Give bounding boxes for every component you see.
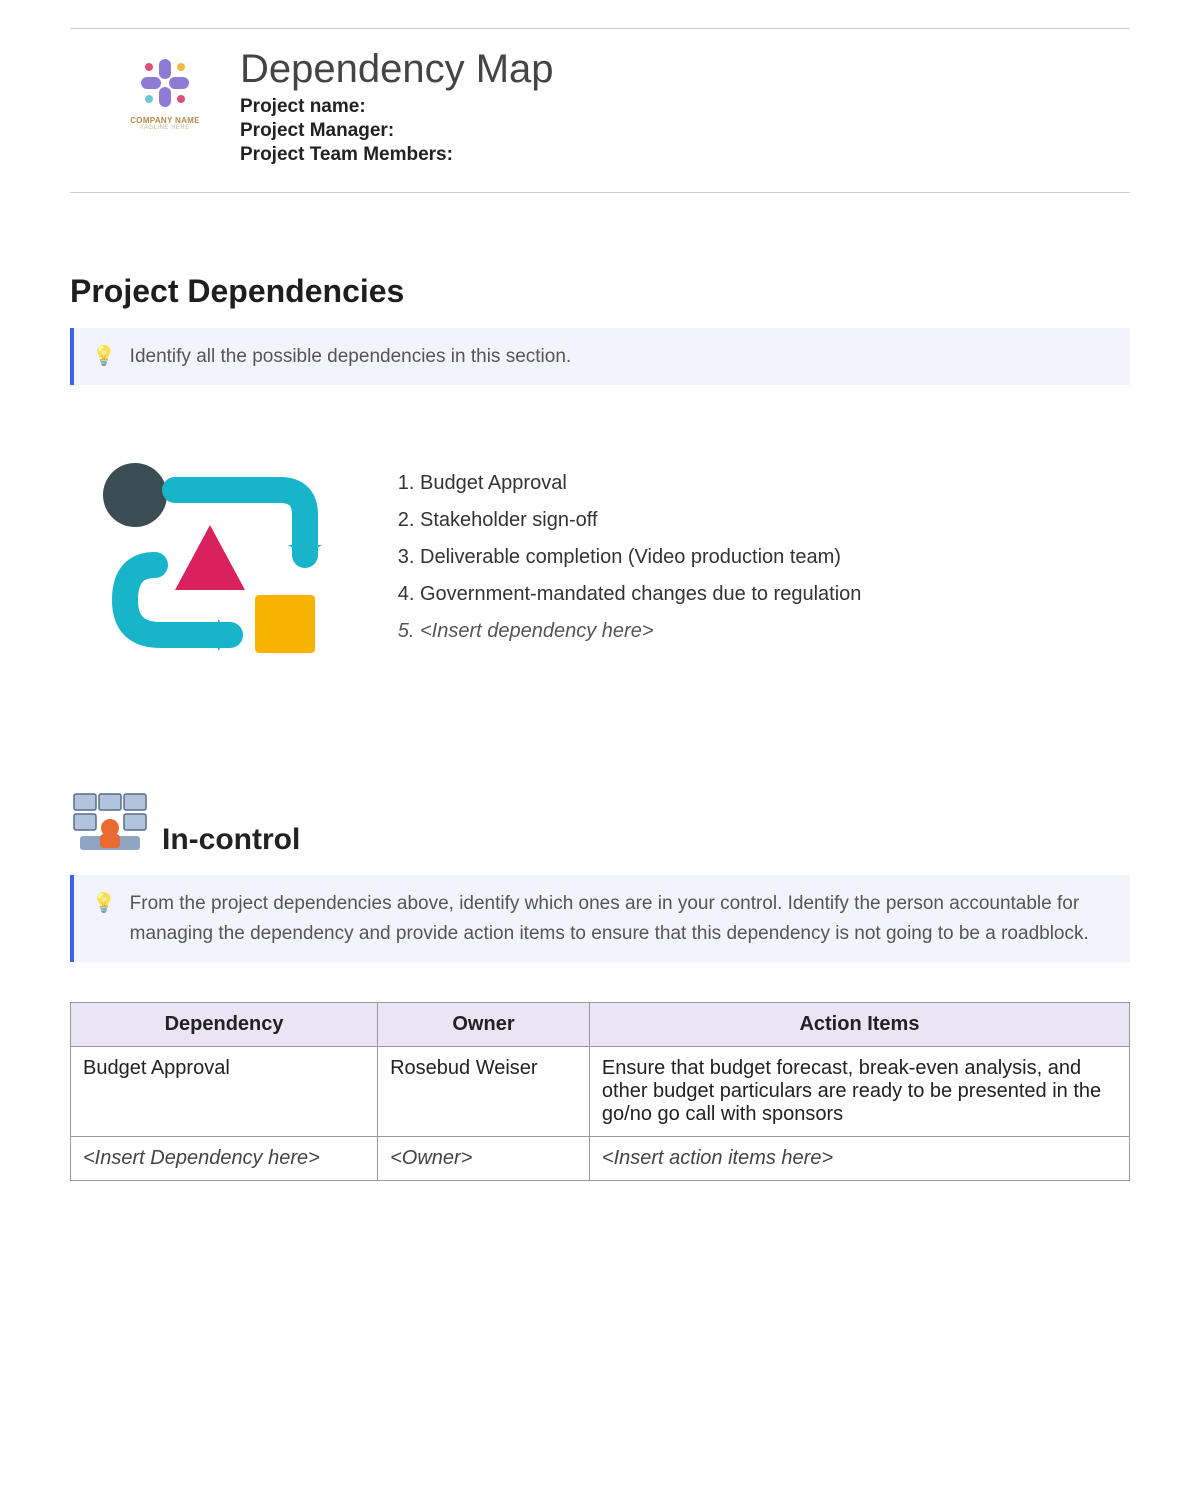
- document-header: COMPANY NAME TAGLINE HERE Dependency Map…: [70, 29, 1130, 172]
- in-control-callout: 💡 From the project dependencies above, i…: [70, 875, 1130, 962]
- dependency-list-item: Budget Approval: [420, 465, 1130, 502]
- project-name-label: Project name:: [240, 96, 1130, 118]
- document-title: Dependency Map: [240, 47, 1130, 92]
- company-logo: COMPANY NAME TAGLINE HERE: [120, 47, 210, 131]
- col-dependency: Dependency: [71, 1003, 378, 1047]
- col-action-items: Action Items: [589, 1003, 1129, 1047]
- table-row: Budget ApprovalRosebud WeiserEnsure that…: [71, 1047, 1130, 1137]
- dependency-list: Budget ApprovalStakeholder sign-offDeliv…: [390, 455, 1130, 650]
- in-control-heading: In-control: [162, 823, 300, 859]
- dependency-list-item: <Insert dependency here>: [420, 613, 1130, 650]
- lightbulb-icon: 💡: [92, 342, 116, 371]
- in-control-table: Dependency Owner Action Items Budget App…: [70, 1002, 1130, 1181]
- table-cell-dependency: <Insert Dependency here>: [71, 1137, 378, 1181]
- logo-subcaption: TAGLINE HERE: [120, 125, 210, 131]
- table-row: <Insert Dependency here><Owner><Insert a…: [71, 1137, 1130, 1181]
- in-control-heading-row: In-control: [70, 790, 1130, 859]
- dependency-flow-icon: [70, 455, 340, 670]
- dependency-list-item: Deliverable completion (Video production…: [420, 539, 1130, 576]
- dependency-list-item: Government-mandated changes due to regul…: [420, 576, 1130, 613]
- dependencies-callout: 💡 Identify all the possible dependencies…: [70, 328, 1130, 385]
- header-divider: [70, 192, 1130, 193]
- in-control-callout-text: From the project dependencies above, ide…: [130, 889, 1112, 948]
- logo-caption: COMPANY NAME: [120, 116, 210, 125]
- dependency-list-item: Stakeholder sign-off: [420, 502, 1130, 539]
- project-dependencies-heading: Project Dependencies: [70, 273, 1130, 310]
- team-members-label: Project Team Members:: [240, 144, 1130, 166]
- table-cell-owner: <Owner>: [378, 1137, 590, 1181]
- logo-icon: [135, 53, 195, 113]
- table-cell-action: <Insert action items here>: [589, 1137, 1129, 1181]
- dependencies-callout-text: Identify all the possible dependencies i…: [130, 342, 572, 371]
- project-manager-label: Project Manager:: [240, 120, 1130, 142]
- table-cell-action: Ensure that budget forecast, break-even …: [589, 1047, 1129, 1137]
- col-owner: Owner: [378, 1003, 590, 1047]
- lightbulb-icon: 💡: [92, 889, 116, 948]
- control-center-icon: [70, 790, 150, 859]
- table-cell-dependency: Budget Approval: [71, 1047, 378, 1137]
- table-cell-owner: Rosebud Weiser: [378, 1047, 590, 1137]
